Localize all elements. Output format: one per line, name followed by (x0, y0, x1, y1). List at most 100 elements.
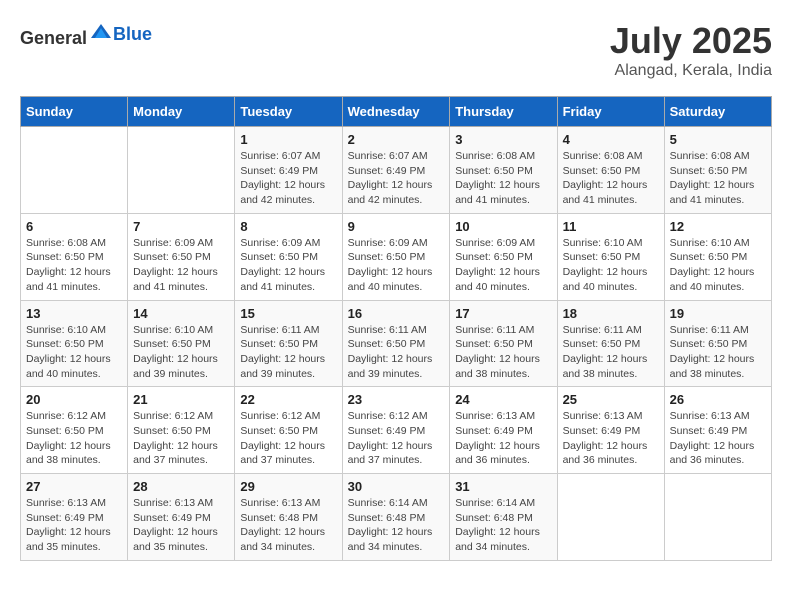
day-info: Sunrise: 6:13 AM Sunset: 6:49 PM Dayligh… (26, 496, 122, 555)
calendar-week-3: 13 Sunrise: 6:10 AM Sunset: 6:50 PM Dayli… (21, 300, 772, 387)
day-info: Sunrise: 6:11 AM Sunset: 6:50 PM Dayligh… (670, 323, 766, 382)
day-info: Sunrise: 6:08 AM Sunset: 6:50 PM Dayligh… (670, 149, 766, 208)
day-number: 10 (455, 219, 551, 234)
calendar-cell (664, 474, 771, 561)
logo-icon (89, 20, 113, 44)
calendar-cell: 7 Sunrise: 6:09 AM Sunset: 6:50 PM Daylig… (128, 213, 235, 300)
calendar-cell: 20Sunrise: 6:12 AM Sunset: 6:50 PM Dayli… (21, 387, 128, 474)
day-info: Sunrise: 6:11 AM Sunset: 6:50 PM Dayligh… (348, 323, 445, 382)
day-number: 8 (240, 219, 336, 234)
calendar-week-1: 1Sunrise: 6:07 AM Sunset: 6:49 PM Daylig… (21, 127, 772, 214)
day-info: Sunrise: 6:10 AM Sunset: 6:50 PM Dayligh… (563, 236, 659, 295)
calendar-cell: 19 Sunrise: 6:11 AM Sunset: 6:50 PM Dayli… (664, 300, 771, 387)
day-info: Sunrise: 6:13 AM Sunset: 6:48 PM Dayligh… (240, 496, 336, 555)
day-number: 21 (133, 392, 229, 407)
calendar-cell: 29Sunrise: 6:13 AM Sunset: 6:48 PM Dayli… (235, 474, 342, 561)
sub-title: Alangad, Kerala, India (610, 62, 772, 80)
day-number: 9 (348, 219, 445, 234)
day-number: 4 (563, 132, 659, 147)
calendar-cell: 10 Sunrise: 6:09 AM Sunset: 6:50 PM Dayli… (450, 213, 557, 300)
calendar-cell: 15 Sunrise: 6:11 AM Sunset: 6:50 PM Dayli… (235, 300, 342, 387)
day-header-saturday: Saturday (664, 97, 771, 127)
calendar-cell: 16 Sunrise: 6:11 AM Sunset: 6:50 PM Dayli… (342, 300, 450, 387)
day-number: 24 (455, 392, 551, 407)
calendar-week-5: 27 Sunrise: 6:13 AM Sunset: 6:49 PM Dayli… (21, 474, 772, 561)
calendar-cell: 25 Sunrise: 6:13 AM Sunset: 6:49 PM Dayli… (557, 387, 664, 474)
day-header-friday: Friday (557, 97, 664, 127)
day-info: Sunrise: 6:13 AM Sunset: 6:49 PM Dayligh… (455, 409, 551, 468)
day-number: 25 (563, 392, 659, 407)
day-info: Sunrise: 6:08 AM Sunset: 6:50 PM Dayligh… (26, 236, 122, 295)
calendar-cell (128, 127, 235, 214)
day-number: 16 (348, 306, 445, 321)
calendar-table: SundayMondayTuesdayWednesdayThursdayFrid… (20, 96, 772, 561)
calendar-cell: 24 Sunrise: 6:13 AM Sunset: 6:49 PM Dayli… (450, 387, 557, 474)
day-info: Sunrise: 6:07 AM Sunset: 6:49 PM Dayligh… (240, 149, 336, 208)
day-number: 31 (455, 479, 551, 494)
day-info: Sunrise: 6:08 AM Sunset: 6:50 PM Dayligh… (563, 149, 659, 208)
day-number: 15 (240, 306, 336, 321)
calendar-cell: 13 Sunrise: 6:10 AM Sunset: 6:50 PM Dayli… (21, 300, 128, 387)
day-info: Sunrise: 6:12 AM Sunset: 6:50 PM Dayligh… (240, 409, 336, 468)
day-info: Sunrise: 6:14 AM Sunset: 6:48 PM Dayligh… (455, 496, 551, 555)
day-number: 13 (26, 306, 122, 321)
day-info: Sunrise: 6:09 AM Sunset: 6:50 PM Dayligh… (133, 236, 229, 295)
calendar-cell: 5 Sunrise: 6:08 AM Sunset: 6:50 PM Daylig… (664, 127, 771, 214)
calendar-cell: 12 Sunrise: 6:10 AM Sunset: 6:50 PM Dayli… (664, 213, 771, 300)
main-title: July 2025 (610, 20, 772, 62)
day-header-tuesday: Tuesday (235, 97, 342, 127)
calendar-cell: 30Sunrise: 6:14 AM Sunset: 6:48 PM Dayli… (342, 474, 450, 561)
day-number: 22 (240, 392, 336, 407)
calendar-cell: 27 Sunrise: 6:13 AM Sunset: 6:49 PM Dayli… (21, 474, 128, 561)
day-number: 5 (670, 132, 766, 147)
day-number: 26 (670, 392, 766, 407)
calendar-cell: 3Sunrise: 6:08 AM Sunset: 6:50 PM Daylig… (450, 127, 557, 214)
calendar-cell: 8 Sunrise: 6:09 AM Sunset: 6:50 PM Daylig… (235, 213, 342, 300)
day-header-wednesday: Wednesday (342, 97, 450, 127)
logo-blue: Blue (113, 24, 152, 44)
calendar-cell: 22 Sunrise: 6:12 AM Sunset: 6:50 PM Dayli… (235, 387, 342, 474)
logo-general: General (20, 28, 87, 48)
day-info: Sunrise: 6:09 AM Sunset: 6:50 PM Dayligh… (348, 236, 445, 295)
calendar-week-4: 20 Sunrise: 6:12 AM Sunset: 6:50 PM Dayli… (21, 387, 772, 474)
day-number: 11 (563, 219, 659, 234)
calendar-cell: 9 Sunrise: 6:09 AM Sunset: 6:50 PM Daylig… (342, 213, 450, 300)
day-info: Sunrise: 6:11 AM Sunset: 6:50 PM Dayligh… (563, 323, 659, 382)
day-info: Sunrise: 6:11 AM Sunset: 6:50 PM Dayligh… (455, 323, 551, 382)
calendar-cell: 26Sunrise: 6:13 AM Sunset: 6:49 PM Dayli… (664, 387, 771, 474)
day-number: 27 (26, 479, 122, 494)
day-number: 7 (133, 219, 229, 234)
calendar-cell (21, 127, 128, 214)
day-info: Sunrise: 6:11 AM Sunset: 6:50 PM Dayligh… (240, 323, 336, 382)
calendar-cell: 21Sunrise: 6:12 AM Sunset: 6:50 PM Dayli… (128, 387, 235, 474)
calendar-cell: 14Sunrise: 6:10 AM Sunset: 6:50 PM Dayli… (128, 300, 235, 387)
day-info: Sunrise: 6:09 AM Sunset: 6:50 PM Dayligh… (240, 236, 336, 295)
day-number: 6 (26, 219, 122, 234)
day-number: 17 (455, 306, 551, 321)
day-number: 19 (670, 306, 766, 321)
day-number: 28 (133, 479, 229, 494)
day-info: Sunrise: 6:08 AM Sunset: 6:50 PM Dayligh… (455, 149, 551, 208)
day-number: 12 (670, 219, 766, 234)
header: General Blue July 2025 Alangad, Kerala, … (20, 20, 772, 80)
calendar-week-2: 6 Sunrise: 6:08 AM Sunset: 6:50 PM Daylig… (21, 213, 772, 300)
day-number: 20 (26, 392, 122, 407)
calendar-cell: 18 Sunrise: 6:11 AM Sunset: 6:50 PM Dayli… (557, 300, 664, 387)
calendar-cell: 17 Sunrise: 6:11 AM Sunset: 6:50 PM Dayli… (450, 300, 557, 387)
logo: General Blue (20, 20, 152, 49)
day-number: 18 (563, 306, 659, 321)
day-info: Sunrise: 6:09 AM Sunset: 6:50 PM Dayligh… (455, 236, 551, 295)
day-number: 23 (348, 392, 445, 407)
calendar-cell: 6 Sunrise: 6:08 AM Sunset: 6:50 PM Daylig… (21, 213, 128, 300)
calendar-cell: 11 Sunrise: 6:10 AM Sunset: 6:50 PM Dayli… (557, 213, 664, 300)
day-info: Sunrise: 6:12 AM Sunset: 6:49 PM Dayligh… (348, 409, 445, 468)
title-area: July 2025 Alangad, Kerala, India (610, 20, 772, 80)
day-info: Sunrise: 6:10 AM Sunset: 6:50 PM Dayligh… (26, 323, 122, 382)
day-info: Sunrise: 6:10 AM Sunset: 6:50 PM Dayligh… (670, 236, 766, 295)
calendar-cell: 23 Sunrise: 6:12 AM Sunset: 6:49 PM Dayli… (342, 387, 450, 474)
day-info: Sunrise: 6:13 AM Sunset: 6:49 PM Dayligh… (563, 409, 659, 468)
day-number: 2 (348, 132, 445, 147)
calendar-cell: 28Sunrise: 6:13 AM Sunset: 6:49 PM Dayli… (128, 474, 235, 561)
day-number: 30 (348, 479, 445, 494)
day-header-monday: Monday (128, 97, 235, 127)
